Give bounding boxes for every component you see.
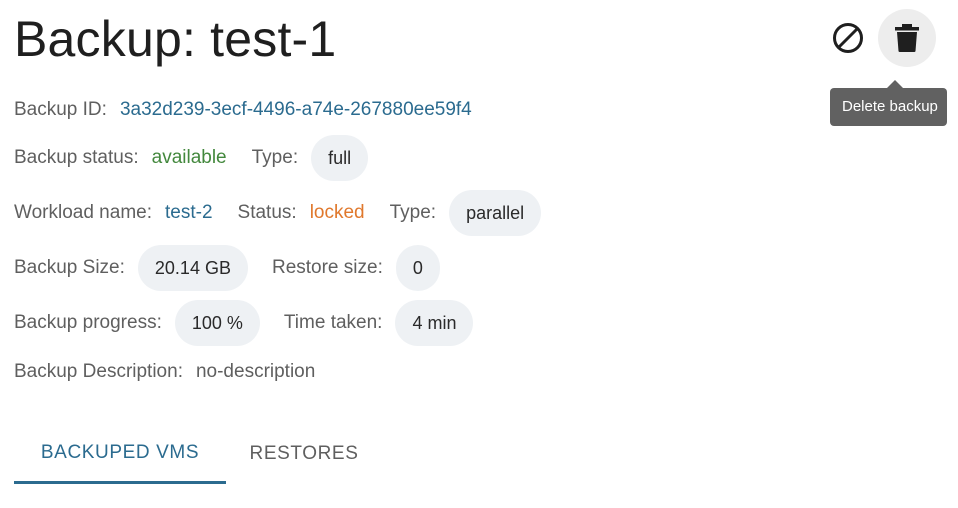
backup-progress-label: Backup progress: (14, 312, 162, 333)
backup-status-value: available (151, 147, 227, 168)
backup-progress-chip: 100 % (174, 300, 260, 346)
backup-size-label: Backup Size: (14, 257, 125, 278)
workload-type-label: Type: (389, 202, 437, 223)
tab-backuped-vms[interactable]: BACKUPED VMS (14, 424, 226, 484)
workload-name-link[interactable]: test-2 (165, 202, 213, 224)
restore-size-chip: 0 (395, 245, 440, 291)
description-row: Backup Description: no-description (14, 358, 315, 386)
block-icon (833, 23, 863, 53)
backup-size-chip: 20.14 GB (137, 245, 248, 291)
workload-row: Workload name: test-2 Status: locked Typ… (14, 190, 542, 236)
backup-id-label: Backup ID: (14, 99, 107, 120)
backup-id-value: 3a32d239-3ecf-4496-a74e-267880ee59f4 (119, 99, 472, 120)
time-taken-chip: 4 min (395, 300, 474, 346)
backup-status-row: Backup status: available Type: full (14, 135, 369, 181)
workload-status-label: Status: (237, 202, 297, 223)
backup-type-chip: full (311, 135, 369, 181)
delete-tooltip: Delete backup (830, 80, 947, 126)
cancel-backup-button[interactable] (819, 9, 877, 67)
trash-icon (895, 24, 919, 52)
time-taken-label: Time taken: (283, 312, 383, 333)
tab-bar: BACKUPED VMS RESTORES (14, 424, 382, 484)
workload-type-chip: parallel (449, 190, 542, 236)
backup-description-label: Backup Description: (14, 361, 183, 382)
page-title: Backup: test-1 (14, 11, 337, 67)
tab-restores[interactable]: RESTORES (226, 424, 382, 484)
restore-size-label: Restore size: (271, 257, 383, 278)
progress-row: Backup progress: 100 % Time taken: 4 min (14, 300, 474, 346)
backup-status-label: Backup status: (14, 147, 139, 168)
size-row: Backup Size: 20.14 GB Restore size: 0 (14, 245, 440, 291)
backup-description-value: no-description (195, 361, 316, 382)
workload-status-value: locked (309, 202, 365, 223)
backup-id-row: Backup ID: 3a32d239-3ecf-4496-a74e-26788… (14, 96, 472, 124)
workload-name-label: Workload name: (14, 202, 152, 223)
backup-type-label: Type: (251, 147, 299, 168)
delete-backup-button[interactable] (878, 9, 936, 67)
